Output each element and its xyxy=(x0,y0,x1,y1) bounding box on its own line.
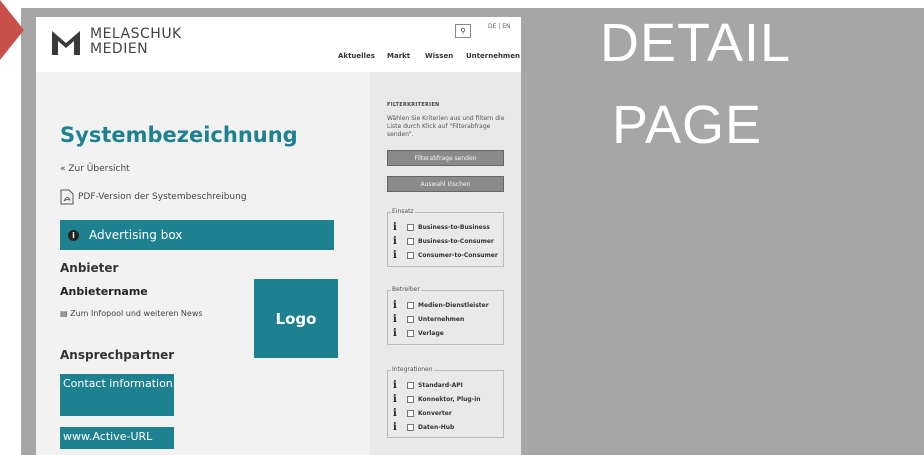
filter-option[interactable]: i Daten-Hub xyxy=(393,422,454,433)
filter-group-integrationen: Integrationen i Standard-API i Konnektor, … xyxy=(387,366,504,438)
filter-option[interactable]: i Unternehmen xyxy=(393,314,464,325)
filter-option[interactable]: i Konnektor, Plug-in xyxy=(393,394,481,405)
infopool-link-label: Zum Infopool und weiteren News xyxy=(70,309,203,318)
filter-group-einsatz: Einsatz i Business-to-Business i Business-… xyxy=(387,208,504,267)
checkbox[interactable] xyxy=(407,410,414,417)
filter-option[interactable]: i Standard-API xyxy=(393,380,463,391)
corner-arrow-marker xyxy=(0,0,24,60)
filter-group-legend: Einsatz xyxy=(391,208,415,215)
advertising-box-label: Advertising box xyxy=(89,228,183,242)
filter-description: Wählen Sie Kriterien aus und filtern die… xyxy=(387,115,505,138)
filter-option-label: Konnektor, Plug-in xyxy=(418,396,481,403)
back-to-overview-link[interactable]: « Zur Übersicht xyxy=(60,164,130,174)
info-icon[interactable]: i xyxy=(393,314,403,325)
provider-logo-placeholder: Logo xyxy=(254,279,338,358)
website-page: MELASCHUK MEDIEN ⚲ DE | EN Aktuelles Mar… xyxy=(36,17,521,455)
language-switch[interactable]: DE | EN xyxy=(488,23,511,30)
checkbox[interactable] xyxy=(407,396,414,403)
nav-unternehmen[interactable]: Unternehmen xyxy=(466,52,520,60)
pdf-icon xyxy=(60,189,74,205)
checkbox[interactable] xyxy=(407,238,414,245)
filter-option-label: Medien-Dienstleister xyxy=(418,302,489,309)
checkbox[interactable] xyxy=(407,302,414,309)
filter-group-betreiber: Betreiber i Medien-Dienstleister i Unterne… xyxy=(387,286,504,345)
pdf-link-label: PDF-Version der Systembeschreibung xyxy=(78,192,247,202)
brand-line-1: MELASCHUK xyxy=(90,26,182,42)
brand-name[interactable]: MELASCHUK MEDIEN xyxy=(90,27,182,57)
brand-logo-icon[interactable] xyxy=(52,29,80,55)
info-icon[interactable]: i xyxy=(393,422,403,433)
brand-line-2: MEDIEN xyxy=(90,41,149,57)
info-icon: i xyxy=(68,229,79,241)
filter-option[interactable]: i Konverter xyxy=(393,408,452,419)
info-icon[interactable]: i xyxy=(393,408,403,419)
filter-option[interactable]: i Business-to-Consumer xyxy=(393,236,494,247)
detail-label: DETAIL xyxy=(600,13,792,73)
info-icon[interactable]: i xyxy=(393,328,403,339)
filter-title: FILTERKRITERIEN xyxy=(387,102,440,108)
filter-option-label: Daten-Hub xyxy=(418,424,455,431)
anbieter-name: Anbietername xyxy=(60,285,148,298)
checkbox[interactable] xyxy=(407,316,414,323)
send-filter-button[interactable]: Filterabfrage senden xyxy=(387,150,504,166)
contact-information-box: Contact information xyxy=(60,374,174,416)
checkbox[interactable] xyxy=(407,382,414,389)
clear-selection-button[interactable]: Auswahl löschen xyxy=(387,176,504,192)
info-icon[interactable]: i xyxy=(393,300,403,311)
page-label: PAGE xyxy=(612,95,763,155)
pdf-version-link[interactable]: PDF-Version der Systembeschreibung xyxy=(60,189,247,205)
advertising-box[interactable]: i Advertising box xyxy=(60,220,334,250)
news-icon: ▤ xyxy=(60,309,68,318)
filter-option-label: Verlage xyxy=(418,330,444,337)
search-button[interactable]: ⚲ xyxy=(455,24,471,38)
filter-option-label: Standard-API xyxy=(418,382,463,389)
nav-markt[interactable]: Markt xyxy=(387,52,410,60)
info-icon[interactable]: i xyxy=(393,380,403,391)
filter-option-label: Consumer-to-Consumer xyxy=(418,252,498,259)
filter-option[interactable]: i Consumer-to-Consumer xyxy=(393,250,498,261)
info-icon[interactable]: i xyxy=(393,236,403,247)
anbieter-heading: Anbieter xyxy=(60,261,119,275)
filter-option-label: Konverter xyxy=(418,410,452,417)
nav-aktuelles[interactable]: Aktuelles xyxy=(338,52,375,60)
filter-option[interactable]: i Business-to-Business xyxy=(393,222,490,233)
checkbox[interactable] xyxy=(407,330,414,337)
search-icon: ⚲ xyxy=(460,27,466,35)
filter-group-legend: Integrationen xyxy=(391,366,434,373)
filter-option-label: Unternehmen xyxy=(418,316,465,323)
site-header: MELASCHUK MEDIEN ⚲ DE | EN Aktuelles Mar… xyxy=(36,17,521,72)
filter-option[interactable]: i Medien-Dienstleister xyxy=(393,300,489,311)
nav-wissen[interactable]: Wissen xyxy=(425,52,453,60)
info-icon[interactable]: i xyxy=(393,394,403,405)
filter-option[interactable]: i Verlage xyxy=(393,328,444,339)
filter-sidebar: FILTERKRITERIEN Wählen Sie Kriterien aus… xyxy=(370,72,521,455)
filter-group-legend: Betreiber xyxy=(391,286,421,293)
filter-option-label: Business-to-Consumer xyxy=(418,238,494,245)
info-icon[interactable]: i xyxy=(393,222,403,233)
contact-heading: Ansprechpartner xyxy=(60,348,175,362)
checkbox[interactable] xyxy=(407,252,414,259)
filter-option-label: Business-to-Business xyxy=(418,224,490,231)
active-url-link[interactable]: www.Active-URL xyxy=(60,427,174,449)
page-title: Systembezeichnung xyxy=(60,123,298,147)
infopool-link[interactable]: ▤ Zum Infopool und weiteren News xyxy=(60,309,203,318)
checkbox[interactable] xyxy=(407,224,414,231)
info-icon[interactable]: i xyxy=(393,250,403,261)
checkbox[interactable] xyxy=(407,424,414,431)
